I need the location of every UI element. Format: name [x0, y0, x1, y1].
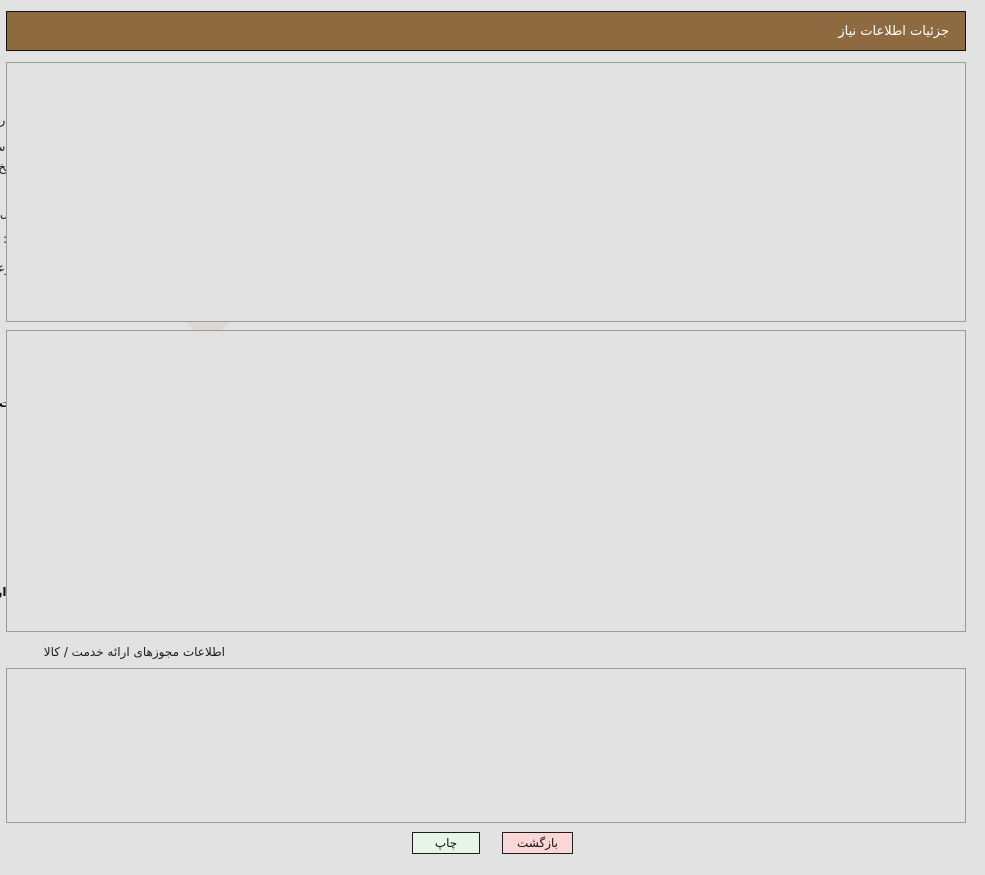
service-details-panel	[6, 330, 966, 632]
page-title: جزئیات اطلاعات نیاز	[6, 11, 966, 51]
back-button[interactable]: بازگشت	[502, 832, 573, 854]
page-root: AriaTender.net جزئیات اطلاعات نیاز شماره…	[0, 0, 985, 875]
action-buttons: بازگشت چاپ	[0, 832, 985, 854]
need-info-panel	[6, 62, 966, 322]
print-button[interactable]: چاپ	[412, 832, 480, 854]
licenses-section-title: اطلاعات مجوزهای ارائه خدمت / کالا	[43, 645, 225, 659]
page-title-text: جزئیات اطلاعات نیاز	[838, 23, 949, 39]
licenses-panel	[6, 668, 966, 823]
